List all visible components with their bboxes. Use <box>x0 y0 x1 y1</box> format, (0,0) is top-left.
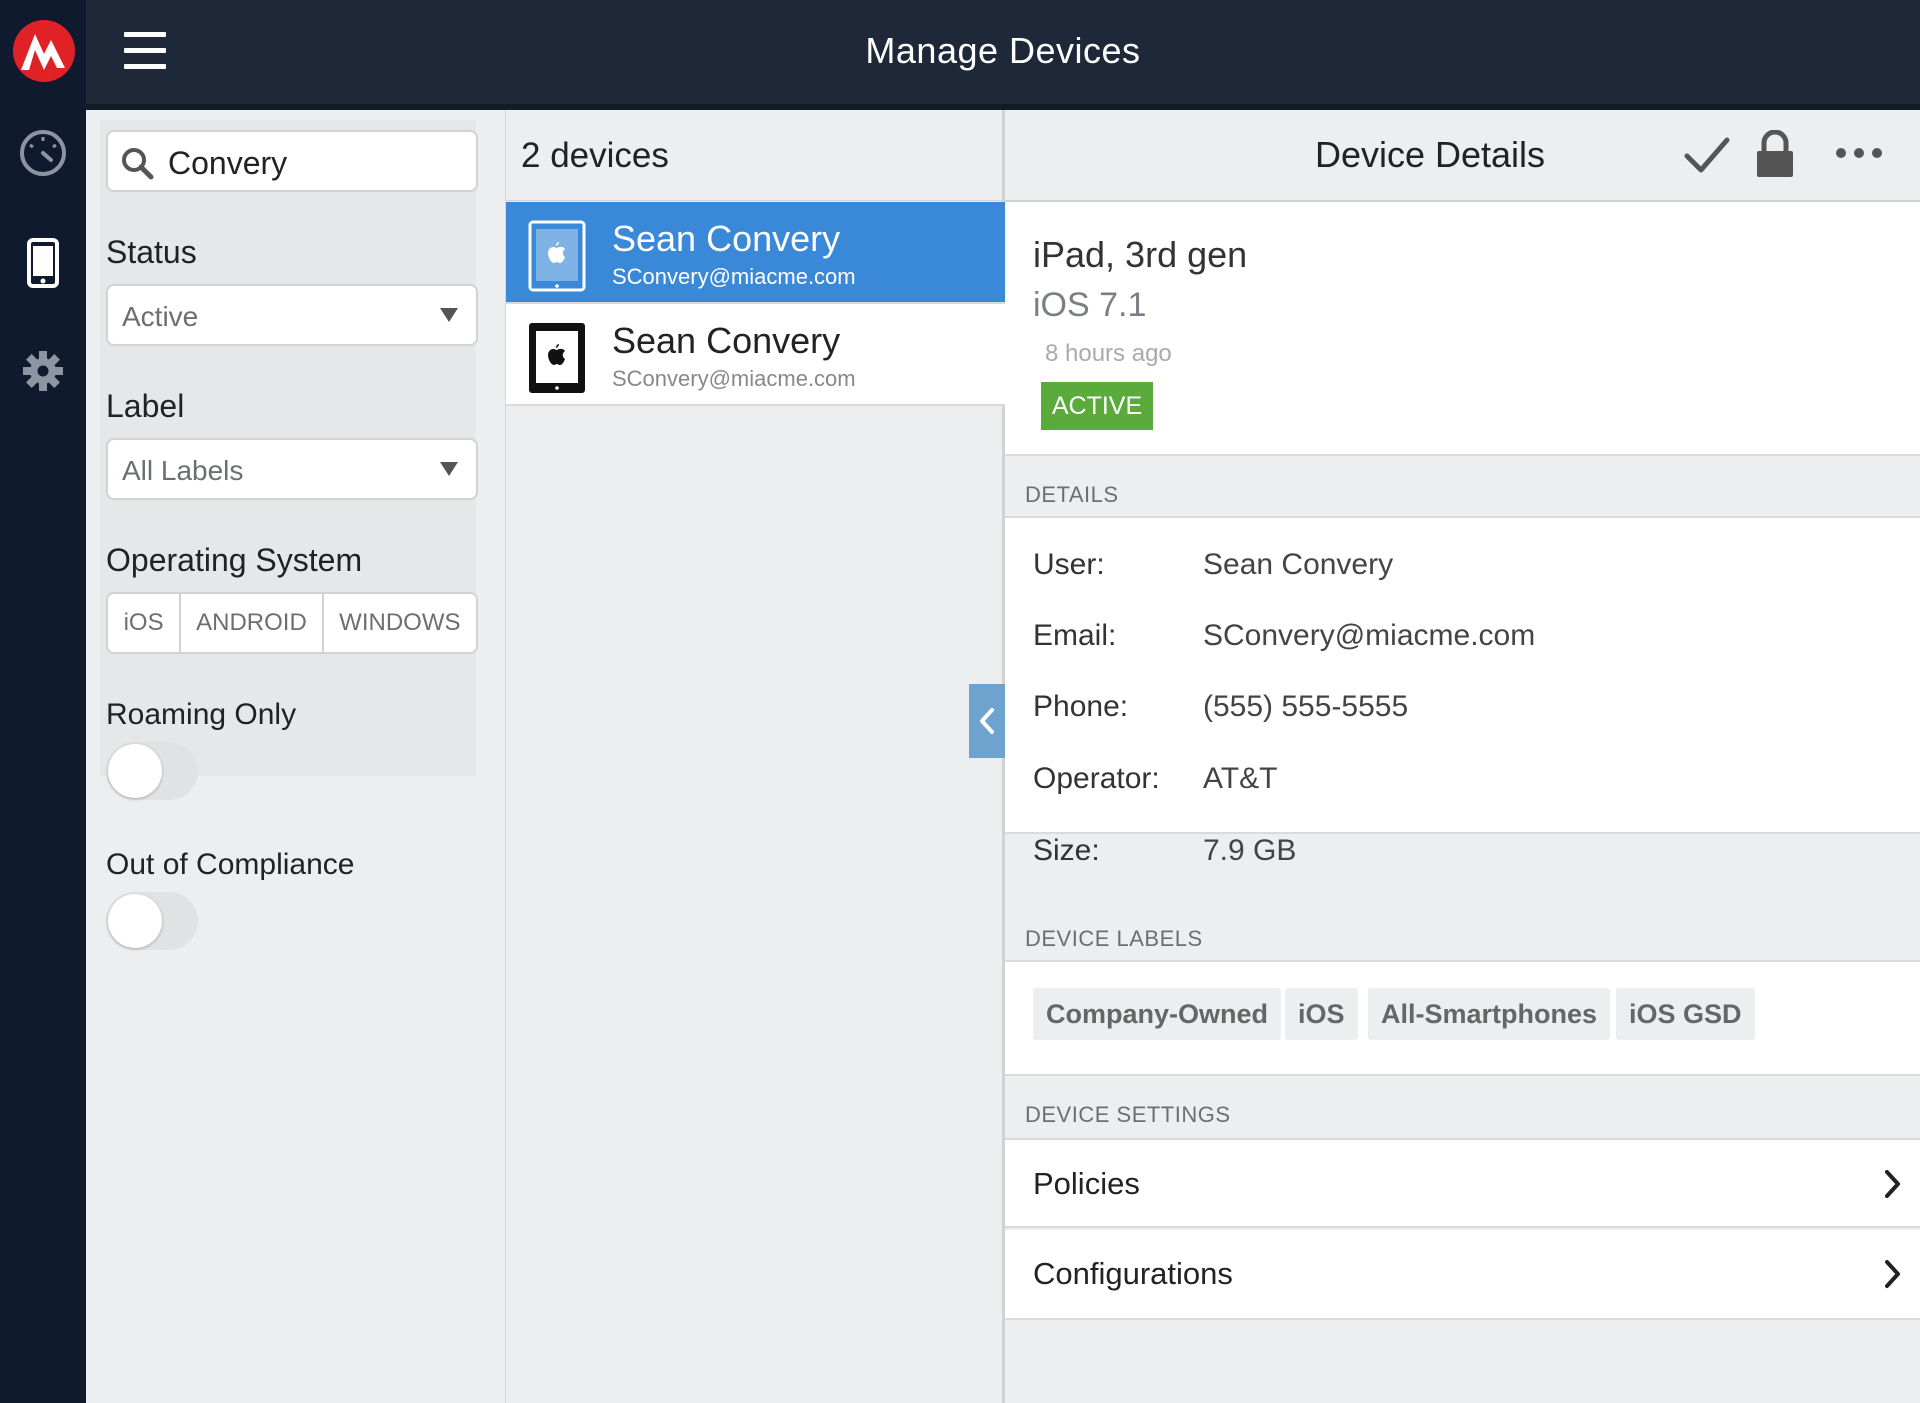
ipad-icon <box>528 322 586 399</box>
chevron-right-icon <box>1882 1168 1902 1205</box>
device-owner-name: Sean Convery <box>612 320 841 361</box>
os-segmented-control: iOS ANDROID WINDOWS <box>106 592 478 654</box>
policies-label: Policies <box>1033 1166 1140 1201</box>
os-option-windows[interactable]: WINDOWS <box>324 594 476 652</box>
device-label-chip[interactable]: iOS <box>1285 988 1358 1040</box>
device-owner-email: SConvery@miacme.com <box>612 264 856 289</box>
configurations-label: Configurations <box>1033 1256 1233 1291</box>
device-list-panel: 2 devices Sean Convery SConvery@miacme.c… <box>506 110 1005 1403</box>
settings-section-header: DEVICE SETTINGS <box>1025 1102 1231 1127</box>
filter-panel: Convery Status Active Label All Labels O… <box>86 110 506 1403</box>
configurations-row[interactable]: Configurations <box>1005 1230 1920 1320</box>
os-option-android[interactable]: ANDROID <box>181 594 324 652</box>
device-label-chip[interactable]: Company-Owned <box>1033 988 1282 1040</box>
os-option-ios[interactable]: iOS <box>108 594 182 652</box>
device-label-chip[interactable]: iOS GSD <box>1616 988 1755 1040</box>
collapse-panel-button[interactable] <box>969 684 1005 758</box>
device-os: iOS 7.1 <box>1033 286 1147 324</box>
details-block-spacer <box>1005 516 1920 906</box>
device-label-chip[interactable]: All-Smartphones <box>1368 988 1611 1040</box>
lock-icon[interactable] <box>1755 129 1795 183</box>
chevron-down-icon <box>440 308 458 322</box>
details-header: Device Details <box>1005 110 1920 202</box>
last-seen: 8 hours ago <box>1045 340 1172 367</box>
status-select[interactable]: Active <box>106 284 478 346</box>
gear-icon[interactable] <box>0 336 86 406</box>
device-row[interactable]: Sean Convery SConvery@miacme.com <box>506 202 1005 304</box>
device-owner-email: SConvery@miacme.com <box>612 366 856 391</box>
status-value: Active <box>122 301 199 332</box>
chevron-right-icon <box>1882 1258 1902 1295</box>
device-details-panel: Device Details iPad, 3rd gen iOS 7.1 8 h… <box>1005 110 1920 1403</box>
more-icon[interactable] <box>1835 146 1883 165</box>
status-badge: ACTIVE <box>1041 382 1153 430</box>
label-label: Label <box>106 388 185 424</box>
device-owner-name: Sean Convery <box>612 218 841 259</box>
nav-rail <box>0 0 86 1403</box>
device-icon[interactable] <box>0 228 86 298</box>
device-row[interactable]: Sean Convery SConvery@miacme.com <box>506 304 1005 406</box>
chevron-left-icon <box>980 708 994 734</box>
search-icon <box>120 146 154 185</box>
device-model: iPad, 3rd gen <box>1033 234 1248 275</box>
roaming-toggle[interactable] <box>106 742 198 800</box>
compliance-label: Out of Compliance <box>106 848 355 881</box>
policies-row[interactable]: Policies <box>1005 1138 1920 1228</box>
details-section-header: DETAILS <box>1025 482 1119 507</box>
check-icon[interactable] <box>1683 132 1731 183</box>
search-input[interactable]: Convery <box>106 130 478 192</box>
labels-block: Company-Owned iOS All-Smartphones iOS GS… <box>1005 960 1920 1076</box>
page-title: Manage Devices <box>865 30 1141 71</box>
os-label: Operating System <box>106 542 363 578</box>
chevron-down-icon <box>440 462 458 476</box>
roaming-label: Roaming Only <box>106 698 297 731</box>
compliance-toggle[interactable] <box>106 892 198 950</box>
label-select[interactable]: All Labels <box>106 438 478 500</box>
brand-logo <box>13 20 75 82</box>
status-label: Status <box>106 234 197 270</box>
label-value: All Labels <box>122 455 244 486</box>
labels-section-header: DEVICE LABELS <box>1025 926 1203 951</box>
device-count: 2 devices <box>521 136 669 175</box>
device-summary: iPad, 3rd gen iOS 7.1 8 hours ago ACTIVE <box>1005 202 1920 456</box>
top-bar: Manage Devices <box>86 0 1920 110</box>
search-value: Convery <box>168 145 288 181</box>
dashboard-icon[interactable] <box>0 118 86 188</box>
ipad-icon <box>528 220 586 297</box>
